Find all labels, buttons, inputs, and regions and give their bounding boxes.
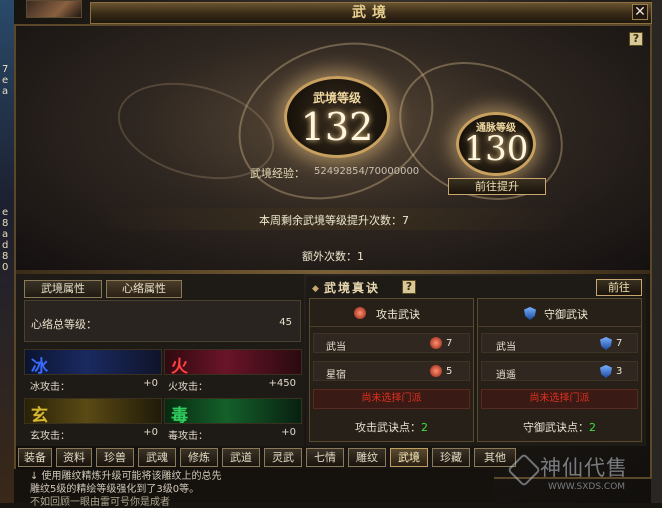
defense-shield-icon bbox=[524, 307, 536, 320]
defense-points: 守御武诀点：2 bbox=[478, 419, 641, 435]
poison-attack-label: 毒攻击： bbox=[168, 431, 208, 442]
defense-skill-row[interactable]: 武当 7 bbox=[481, 333, 638, 353]
attack-emblem-icon bbox=[430, 337, 442, 349]
fire-attack-value: +450 bbox=[268, 378, 296, 389]
ice-attack-value: +0 bbox=[143, 378, 158, 389]
fire-element-char: 火 bbox=[171, 357, 188, 377]
mystic-element-char: 玄 bbox=[31, 406, 48, 426]
attack-skill-value: 7 bbox=[446, 338, 453, 349]
tab-meridian-attributes[interactable]: 心络属性 bbox=[106, 280, 182, 298]
strip-char: a bbox=[2, 86, 9, 97]
defense-points-label: 守御武诀点： bbox=[523, 421, 589, 434]
skills-help-icon[interactable]: ? bbox=[402, 280, 416, 294]
fire-attack-label: 火攻击： bbox=[168, 382, 208, 393]
meridian-total-box: 心络总等级： 45 bbox=[24, 300, 301, 342]
watermark: 神仙代售 WWW.SXDS.COM bbox=[507, 452, 652, 498]
window-title: 武境 bbox=[352, 5, 392, 21]
poison-element-char: 毒 bbox=[171, 406, 188, 426]
right-edge bbox=[651, 0, 662, 503]
tab-equipment[interactable]: 装备 bbox=[18, 448, 52, 467]
tab-other[interactable]: 其他 bbox=[474, 448, 516, 467]
defense-skill-row[interactable]: 逍遥 3 bbox=[481, 361, 638, 381]
defense-skills-column: 守御武诀 武当 7 逍遥 3 尚未选择门派 守御武诀点：2 bbox=[477, 298, 642, 442]
meridian-total-value: 45 bbox=[279, 317, 292, 328]
ice-attack-row: 冰攻击： +0 bbox=[26, 377, 164, 393]
tab-collection[interactable]: 珍藏 bbox=[432, 448, 470, 467]
tab-carving[interactable]: 雕纹 bbox=[348, 448, 386, 467]
strip-char: 7 bbox=[2, 64, 9, 75]
tab-realm[interactable]: 武境 bbox=[390, 448, 428, 467]
mystic-attack-label: 玄攻击： bbox=[30, 431, 70, 442]
mystic-attack-value: +0 bbox=[143, 427, 158, 438]
strip-char: e bbox=[2, 207, 9, 218]
skills-title: 武境真诀 bbox=[324, 281, 381, 295]
strip-char: 8 bbox=[2, 251, 9, 262]
ice-attack-label: 冰攻击： bbox=[30, 382, 70, 393]
poison-attack-row: 毒攻击： +0 bbox=[164, 426, 302, 442]
mystic-element-box: 玄 bbox=[24, 398, 162, 426]
defense-skill-value: 3 bbox=[616, 366, 623, 377]
attack-skill-row[interactable]: 星宿 5 bbox=[313, 361, 470, 381]
chat-area: ↓ 使用雕纹精炼升级可能将该雕纹上的总先 雕纹5级的精绘等级强化到了3级0等。 … bbox=[14, 469, 494, 508]
defense-skills-title: 守御武诀 bbox=[544, 308, 588, 321]
tab-martial-way[interactable]: 武道 bbox=[222, 448, 260, 467]
character-portrait[interactable] bbox=[26, 0, 82, 18]
attack-points-label: 攻击武诀点： bbox=[355, 421, 421, 434]
ice-element-char: 冰 bbox=[31, 357, 48, 377]
title-bar[interactable]: 武境 bbox=[90, 2, 652, 24]
background-chat-strip: 7 e a e 8 a d 8 0 bbox=[0, 0, 14, 503]
attack-skill-name: 星宿 bbox=[326, 370, 346, 381]
watermark-brand: 神仙代售 bbox=[540, 456, 628, 480]
strip-char: 0 bbox=[2, 262, 9, 273]
attack-skills-header: 攻击武诀 bbox=[310, 299, 473, 327]
tab-pets[interactable]: 珍兽 bbox=[96, 448, 134, 467]
defense-skill-name: 武当 bbox=[496, 342, 516, 353]
strip-char: d bbox=[2, 240, 9, 251]
attack-skills-title: 攻击武诀 bbox=[376, 308, 420, 321]
tab-training[interactable]: 修炼 bbox=[180, 448, 218, 467]
diamond-icon: ◆ bbox=[312, 284, 319, 294]
close-button[interactable]: ✕ bbox=[632, 4, 648, 20]
poison-element-box: 毒 bbox=[164, 398, 302, 426]
tab-spirit-weapon[interactable]: 灵武 bbox=[264, 448, 302, 467]
meridian-total-label: 心络总等级： bbox=[31, 318, 97, 331]
attack-emblem-icon bbox=[354, 307, 366, 319]
strip-char: e bbox=[2, 75, 9, 86]
tab-soul[interactable]: 武魂 bbox=[138, 448, 176, 467]
go-button[interactable]: 前往 bbox=[596, 279, 642, 296]
defense-shield-icon bbox=[600, 365, 612, 378]
poison-attack-value: +0 bbox=[281, 427, 296, 438]
tab-realm-attributes[interactable]: 武境属性 bbox=[24, 280, 102, 298]
attack-emblem-icon bbox=[430, 365, 442, 377]
attack-skill-value: 5 bbox=[446, 366, 453, 377]
ice-element-box: 冰 bbox=[24, 349, 162, 377]
bottom-tab-bar: 装备 资料 珍兽 武魂 修炼 武道 灵武 七情 雕纹 武境 珍藏 其他 bbox=[16, 448, 536, 468]
fire-element-box: 火 bbox=[164, 349, 302, 377]
attack-points-value: 2 bbox=[421, 421, 428, 434]
attack-skill-name: 武当 bbox=[326, 342, 346, 353]
defense-no-sect-row[interactable]: 尚未选择门派 bbox=[481, 389, 638, 409]
defense-skill-name: 逍遥 bbox=[496, 370, 516, 381]
attack-skills-column: 攻击武诀 武当 7 星宿 5 尚未选择门派 攻击武诀点：2 bbox=[309, 298, 474, 442]
watermark-logo-icon bbox=[507, 453, 541, 487]
attack-points: 攻击武诀点：2 bbox=[310, 419, 473, 435]
defense-shield-icon bbox=[600, 337, 612, 350]
attack-no-sect-row[interactable]: 尚未选择门派 bbox=[313, 389, 470, 409]
defense-points-value: 2 bbox=[589, 421, 596, 434]
tab-profile[interactable]: 资料 bbox=[56, 448, 92, 467]
fire-attack-row: 火攻击： +450 bbox=[164, 377, 302, 393]
chat-line: 不如回顾一眼由雷可号你是成者 bbox=[30, 497, 170, 508]
attack-skill-row[interactable]: 武当 7 bbox=[313, 333, 470, 353]
tab-emotions[interactable]: 七情 bbox=[306, 448, 344, 467]
watermark-url: WWW.SXDS.COM bbox=[548, 482, 626, 492]
strip-char: a bbox=[2, 229, 9, 240]
defense-skill-value: 7 bbox=[616, 338, 623, 349]
defense-skills-header: 守御武诀 bbox=[478, 299, 641, 327]
strip-char: 8 bbox=[2, 218, 9, 229]
mystic-attack-row: 玄攻击： +0 bbox=[26, 426, 164, 442]
